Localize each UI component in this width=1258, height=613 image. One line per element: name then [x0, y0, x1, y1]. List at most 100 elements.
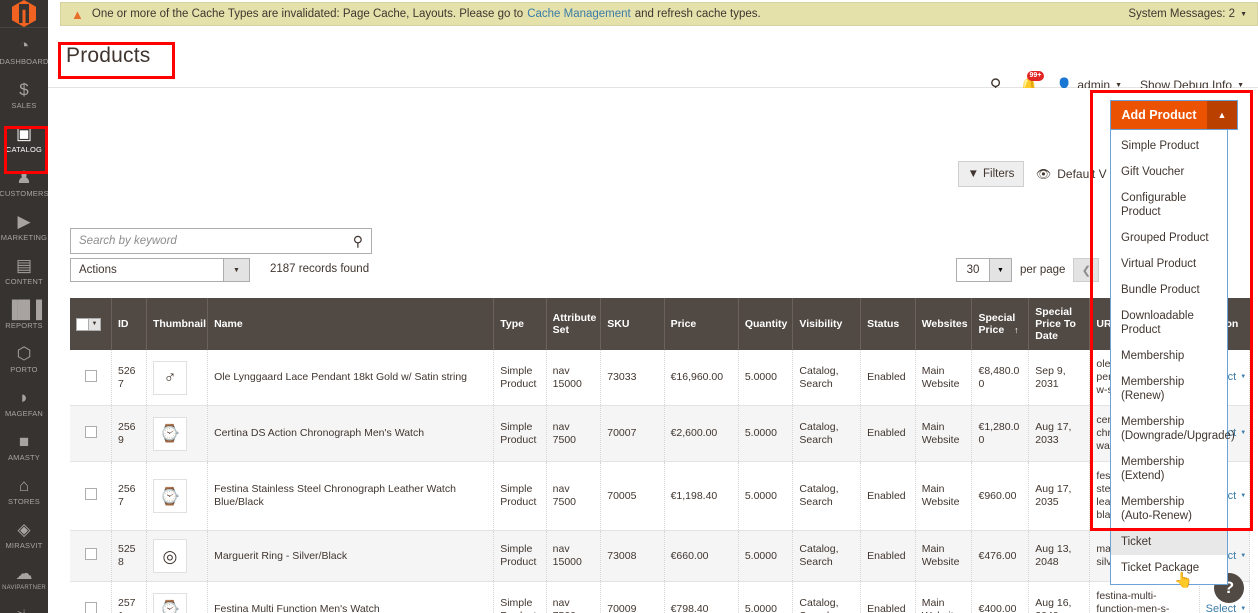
- search-icon[interactable]: ⚲: [353, 233, 363, 250]
- menu-item-membership-auto-renew[interactable]: Membership (Auto-Renew): [1111, 489, 1227, 529]
- grid-col-sku[interactable]: SKU: [600, 298, 665, 350]
- row-checkbox[interactable]: [84, 601, 97, 613]
- sidebar-item-marketing[interactable]: ▶ MARKETING: [0, 204, 48, 248]
- grid-col-checkbox[interactable]: ▼: [70, 298, 112, 350]
- menu-item-membership-renew[interactable]: Membership (Renew): [1111, 369, 1227, 409]
- chevron-down-icon[interactable]: ▼: [89, 317, 101, 331]
- watch-red-thumbnail: ⌚: [152, 416, 187, 451]
- table-row[interactable]: 2571⌚Festina Multi Function Men's WatchS…: [70, 581, 1250, 613]
- grid-col-attribute_set[interactable]: Attribute Set: [546, 298, 602, 350]
- previous-page-button[interactable]: ❮: [1073, 258, 1100, 282]
- cache-warning-text-before: One or more of the Cache Types are inval…: [91, 8, 524, 20]
- terminal-icon: >j_: [17, 604, 31, 613]
- chevron-down-icon: ▼: [1240, 606, 1247, 612]
- chevron-up-icon[interactable]: ▲: [1207, 101, 1237, 129]
- grid-col-label: Quantity: [744, 318, 788, 330]
- menu-item-ticket-package[interactable]: Ticket Package: [1111, 555, 1227, 581]
- search-input[interactable]: [79, 235, 353, 247]
- warning-triangle-icon: ▲: [71, 6, 84, 22]
- grid-col-quantity[interactable]: Quantity: [738, 298, 794, 350]
- row-checkbox[interactable]: [84, 369, 97, 382]
- sidebar-item-stores[interactable]: ⌂ STORES: [0, 468, 48, 512]
- sidebar-item-sales[interactable]: $ SALES: [0, 72, 48, 116]
- cell-price: €660.00: [664, 530, 739, 582]
- menu-item-membership-downgrade-upgrade[interactable]: Membership (Downgrade/Upgrade): [1111, 409, 1235, 449]
- select-all-checkbox[interactable]: [76, 317, 89, 331]
- row-checkbox[interactable]: [84, 548, 97, 560]
- cell-checkbox: [70, 350, 112, 406]
- sidebar-item-content[interactable]: ▤ CONTENT: [0, 248, 48, 292]
- grid-col-special_price_to_date[interactable]: Special Price To Date: [1028, 298, 1091, 350]
- row-checkbox[interactable]: [84, 425, 97, 438]
- main-sidebar: ◔ DASHBOARD $ SALES ▣ CATALOG ♟ CUSTOMERS ▶ MARKE…: [0, 0, 48, 613]
- cell-special_price_to_date: Aug 16, 2040: [1028, 581, 1091, 613]
- sidebar-item-porto[interactable]: ⬡ PORTO: [0, 336, 48, 380]
- row-checkbox[interactable]: [84, 488, 97, 500]
- cell-attribute_set: nav 7500: [546, 405, 602, 462]
- sidebar-item-catalog[interactable]: ▣ CATALOG: [0, 116, 48, 160]
- sidebar-item-jetrails[interactable]: >j_JETRAILS: [0, 597, 48, 613]
- grid-col-visibility[interactable]: Visibility: [792, 298, 862, 350]
- row-action-select[interactable]: Select ▼: [1206, 603, 1247, 613]
- menu-item-membership[interactable]: Membership: [1111, 343, 1227, 369]
- cell-special_price_to_date: Aug 17, 2035: [1028, 461, 1091, 531]
- grid-col-special_price[interactable]: Special Price ↑: [971, 298, 1030, 350]
- hexagon-icon: ⬡: [16, 343, 32, 363]
- add-product-button[interactable]: Add Product ▲: [1110, 100, 1238, 130]
- cell-quantity: 5.0000: [738, 461, 794, 531]
- sidebar-item-reports[interactable]: ▐█▐ REPORTS: [0, 292, 48, 336]
- table-row[interactable]: 5267 ♂ Ole Lynggaard Lace Pendant 18kt Gol…: [70, 350, 1250, 406]
- select-all-wrap[interactable]: ▼: [76, 317, 105, 331]
- menu-item-ticket[interactable]: Ticket: [1111, 529, 1227, 555]
- menu-item-gift-voucher[interactable]: Gift Voucher: [1111, 159, 1227, 185]
- grid-col-price[interactable]: Price: [664, 298, 739, 350]
- grid-col-websites[interactable]: Websites: [915, 298, 973, 350]
- menu-item-configurable-product[interactable]: Configurable Product: [1111, 185, 1227, 225]
- sidebar-item-customers[interactable]: ♟ CUSTOMERS: [0, 160, 48, 204]
- menu-item-bundle-product[interactable]: Bundle Product: [1111, 277, 1227, 303]
- cell-type: Simple Product: [493, 530, 547, 582]
- search-by-keyword-box[interactable]: ⚲: [70, 228, 372, 254]
- menu-item-downloadable-product[interactable]: Downloadable Product: [1111, 303, 1227, 343]
- menu-item-simple-product[interactable]: Simple Product: [1111, 133, 1227, 159]
- table-row[interactable]: 5258 ◎ Marguerit Ring - Silver/Black Simple…: [70, 530, 1250, 582]
- sidebar-item-mirasvit[interactable]: ◈ MIRASVIT: [0, 512, 48, 556]
- sidebar-item-magefan[interactable]: ◗ MAGEFAN: [0, 380, 48, 424]
- magento-logo[interactable]: [0, 0, 48, 28]
- grid-col-type[interactable]: Type: [493, 298, 547, 350]
- table-row[interactable]: 2567 ⌚ Festina Stainless Steel Chronograph…: [70, 461, 1250, 531]
- cell-sku: 73033: [600, 350, 665, 406]
- cache-management-link[interactable]: Cache Management: [527, 8, 631, 20]
- sidebar-item-dashboard[interactable]: ◔ DASHBOARD: [0, 28, 48, 72]
- default-view-selector[interactable]: 👁 Default V: [1036, 167, 1107, 181]
- cell-quantity: 5.0000: [738, 405, 794, 462]
- actions-dropdown[interactable]: Actions ▼: [70, 258, 250, 282]
- cell-thumbnail: ◎: [146, 530, 209, 582]
- table-row[interactable]: 2569 ⌚ Certina DS Action Chronograph Men's…: [70, 405, 1250, 462]
- cell-checkbox: [70, 581, 112, 613]
- cell-special_price: €476.00: [971, 530, 1030, 582]
- cell-type: Simple Product: [493, 581, 547, 613]
- add-product-label: Add Product: [1111, 101, 1207, 129]
- pendant-thumbnail: ♂: [152, 360, 187, 395]
- grid-col-thumbnail[interactable]: Thumbnail: [146, 298, 209, 350]
- system-messages-toggle[interactable]: System Messages: 2 ▼: [1128, 8, 1247, 20]
- per-page-dropdown[interactable]: 30 ▼: [956, 258, 1012, 282]
- cell-type: Simple Product: [493, 405, 547, 462]
- grid-col-label: Thumbnail: [152, 318, 207, 330]
- cell-name: Certina DS Action Chronograph Men's Watc…: [207, 405, 495, 462]
- sidebar-item-navipartner[interactable]: ☁ NAVIPARTNER: [0, 556, 48, 597]
- menu-item-virtual-product[interactable]: Virtual Product: [1111, 251, 1227, 277]
- cell-id: 2567: [111, 461, 147, 531]
- sidebar-item-label: PORTO: [10, 365, 38, 374]
- cell-type: Simple Product: [493, 350, 547, 406]
- grid-col-name[interactable]: Name: [207, 298, 495, 350]
- sidebar-item-label: DASHBOARD: [0, 57, 48, 66]
- grid-col-status[interactable]: Status: [860, 298, 916, 350]
- filters-button[interactable]: ▼ Filters: [958, 161, 1024, 187]
- add-product-dropdown-menu: Simple Product Gift Voucher Configurable P…: [1110, 130, 1235, 585]
- menu-item-membership-extend[interactable]: Membership (Extend): [1111, 449, 1227, 489]
- sidebar-item-amasty[interactable]: ■ AMASTY: [0, 424, 48, 468]
- grid-col-id[interactable]: ID: [111, 298, 147, 350]
- menu-item-grouped-product[interactable]: Grouped Product: [1111, 225, 1227, 251]
